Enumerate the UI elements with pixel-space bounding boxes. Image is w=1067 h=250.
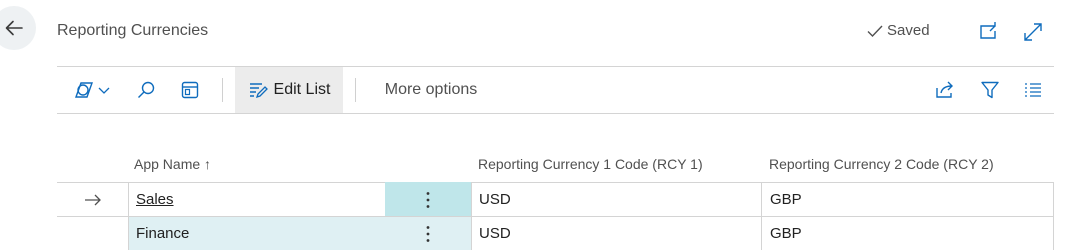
- open-new-window-icon: [978, 21, 1000, 43]
- column-header-app-name[interactable]: App Name ↑: [134, 156, 211, 172]
- chevron-down-icon: [98, 85, 110, 95]
- edit-list-icon: [248, 81, 268, 99]
- personalize-button[interactable]: [177, 67, 203, 113]
- column-header-label: App Name: [134, 156, 201, 172]
- sort-ascending-icon: ↑: [204, 156, 212, 172]
- expand-button[interactable]: [1022, 21, 1044, 43]
- row-actions-button[interactable]: [385, 216, 471, 250]
- row-current-arrow-icon: [84, 193, 102, 207]
- open-new-window-button[interactable]: [978, 21, 1000, 43]
- edit-list-button[interactable]: Edit List: [235, 67, 343, 113]
- rcy2-cell[interactable]: GBP: [761, 216, 1054, 250]
- search-button[interactable]: [133, 67, 159, 113]
- table-row[interactable]: Finance USD GBP: [57, 216, 1054, 250]
- filter-icon: [980, 80, 1000, 100]
- table-row[interactable]: Sales USD GBP: [57, 182, 1054, 216]
- expand-icon: [1022, 21, 1044, 43]
- personalize-icon: [180, 80, 200, 100]
- back-arrow-icon: [3, 17, 25, 39]
- check-icon: [866, 23, 884, 39]
- row-actions-button[interactable]: [385, 182, 471, 216]
- list-view-button[interactable]: [1020, 67, 1046, 113]
- share-icon: [934, 80, 956, 100]
- more-options-button[interactable]: More options: [373, 67, 489, 113]
- filter-button[interactable]: [977, 67, 1003, 113]
- column-header-rcy1[interactable]: Reporting Currency 1 Code (RCY 1): [478, 156, 703, 172]
- share-button[interactable]: [932, 67, 958, 113]
- saved-status: Saved: [866, 22, 930, 39]
- search-icon: [136, 80, 156, 100]
- more-options-label: More options: [384, 81, 478, 98]
- toolbar-divider: [222, 78, 223, 102]
- row-marker-cell: [57, 216, 128, 250]
- row-actions-icon: [426, 191, 430, 209]
- rcy2-cell[interactable]: GBP: [761, 182, 1054, 216]
- app-name-link[interactable]: Sales: [136, 191, 174, 208]
- saved-label: Saved: [887, 22, 930, 39]
- app-name-cell[interactable]: Sales: [128, 182, 385, 216]
- action-bar: Edit List More options: [57, 66, 1054, 114]
- list-view-icon: [1023, 81, 1043, 99]
- rcy1-cell[interactable]: USD: [471, 216, 761, 250]
- row-marker-cell: [57, 182, 128, 216]
- back-button[interactable]: [0, 6, 36, 50]
- toolbar-divider: [355, 78, 356, 102]
- rcy1-cell[interactable]: USD: [471, 182, 761, 216]
- app-name-cell[interactable]: Finance: [128, 216, 385, 250]
- row-actions-icon: [426, 225, 430, 243]
- column-header-rcy2[interactable]: Reporting Currency 2 Code (RCY 2): [769, 156, 994, 172]
- data-grid: Sales USD GBP Finance USD GBP: [57, 182, 1054, 250]
- copilot-analyze-button[interactable]: [69, 67, 113, 113]
- edit-list-label: Edit List: [273, 81, 331, 98]
- page-title: Reporting Currencies: [57, 22, 209, 39]
- copilot-analyze-icon: [72, 80, 96, 100]
